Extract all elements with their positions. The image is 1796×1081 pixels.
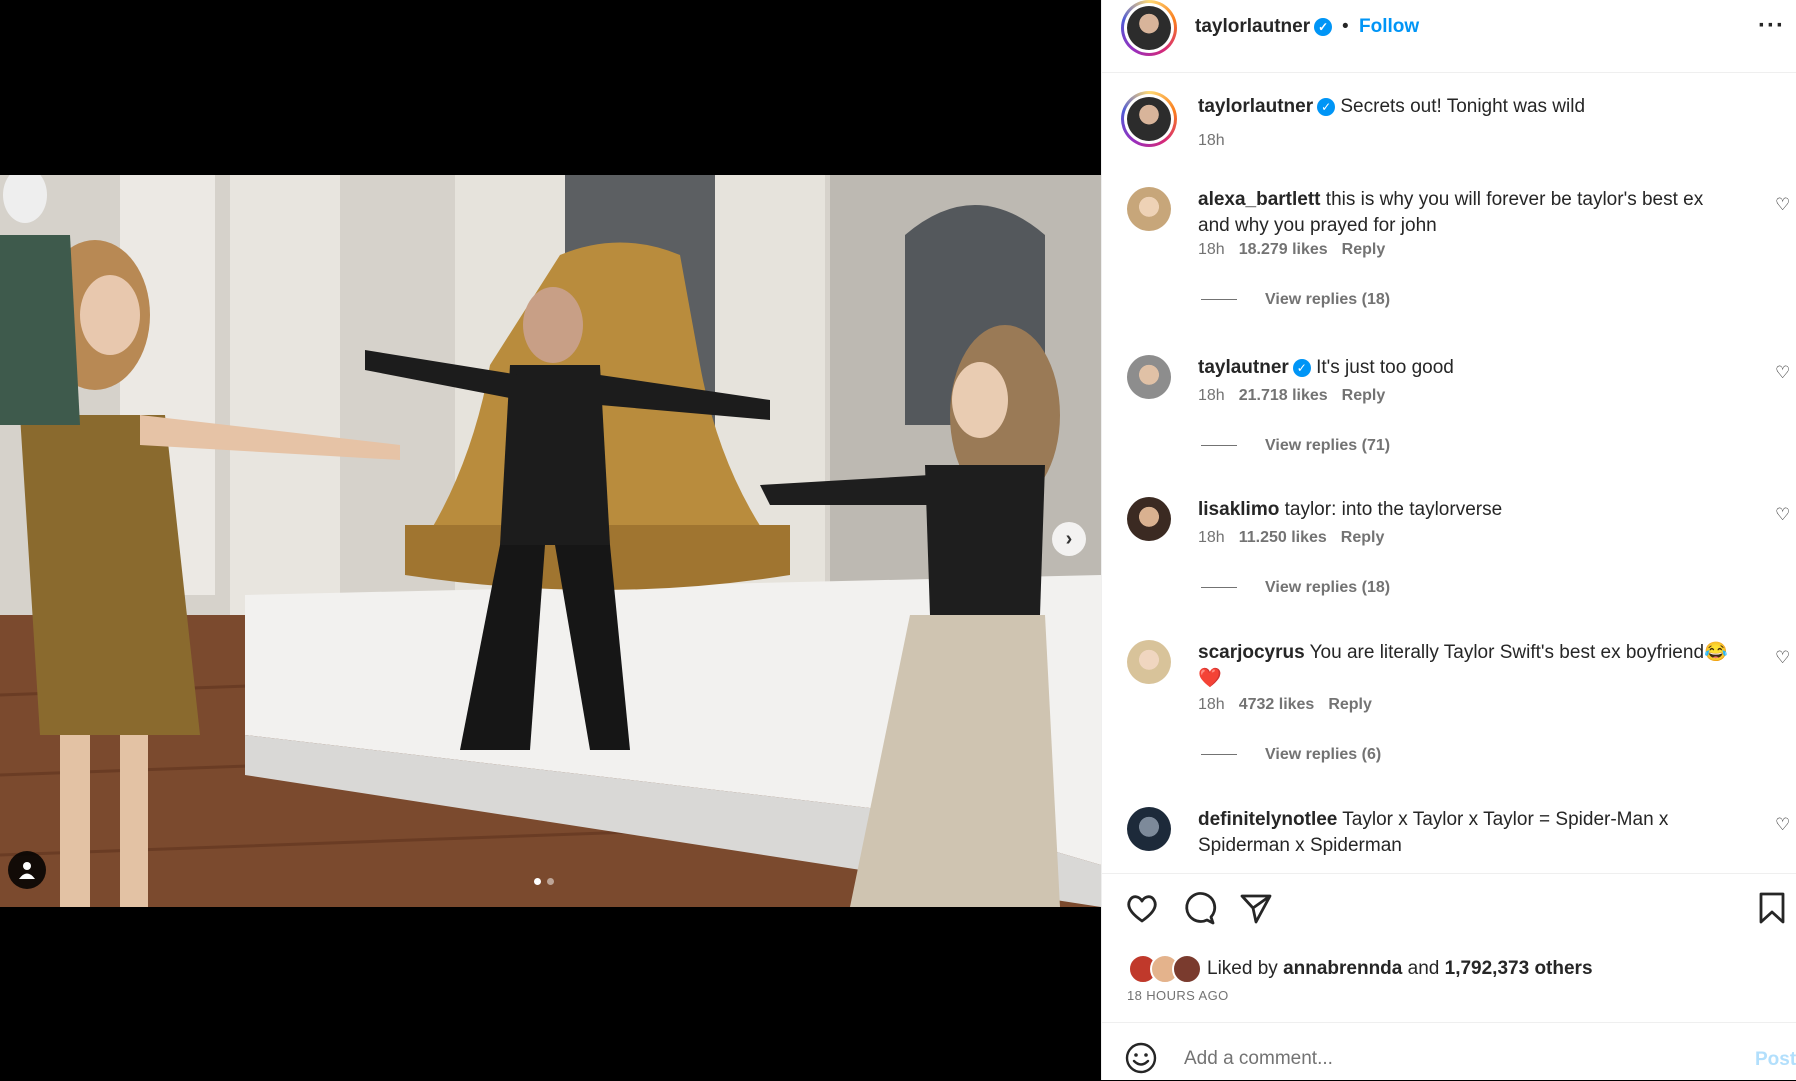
view-replies-button[interactable]: View replies (71) xyxy=(1201,437,1390,455)
verified-badge-icon: ✓ xyxy=(1317,97,1336,116)
comment-time: 18h xyxy=(1198,241,1225,258)
carousel-dot-active xyxy=(534,878,541,885)
carousel-next-button[interactable]: › xyxy=(1052,522,1086,556)
comment-body: taylor: into the taylorverse xyxy=(1284,499,1503,520)
carousel-indicator xyxy=(534,878,554,885)
more-options-icon[interactable]: ··· xyxy=(1758,12,1785,40)
comment-time: 18h xyxy=(1198,696,1225,713)
post-side-panel: taylorlautner ✓ • Follow ··· taylorlautne… xyxy=(1101,0,1796,1080)
comment-icon[interactable] xyxy=(1181,890,1217,926)
liked-by-and: and xyxy=(1407,958,1440,979)
commenter-avatar[interactable] xyxy=(1127,355,1171,399)
carousel-dot xyxy=(547,878,554,885)
comment-like-icon[interactable]: ♡ xyxy=(1775,648,1790,668)
comment-row: alexa_bartlett this is why you will fore… xyxy=(1102,173,1796,323)
comment-username[interactable]: definitelynotlee xyxy=(1198,809,1337,830)
comment-likes[interactable]: 21.718 likes xyxy=(1239,387,1328,404)
follow-button[interactable]: Follow xyxy=(1359,16,1419,38)
comment-body: It's just too good xyxy=(1316,357,1454,378)
tagged-users-button[interactable] xyxy=(8,851,46,889)
add-comment-bar: Post xyxy=(1102,1022,1796,1081)
comment-like-icon[interactable]: ♡ xyxy=(1775,815,1790,835)
view-replies-button[interactable]: View replies (18) xyxy=(1201,291,1390,309)
view-replies-button[interactable]: View replies (6) xyxy=(1201,746,1381,764)
caption-body: Secrets out! Tonight was wild xyxy=(1340,96,1586,117)
comment-text: scarjocyrus You are literally Taylor Swi… xyxy=(1198,640,1738,692)
comment-row: taylautner ✓ It's just too good 18h 21.718… xyxy=(1102,343,1796,468)
comment-meta: 18h 4732 likes Reply xyxy=(1198,696,1372,714)
heart-icon[interactable] xyxy=(1124,890,1160,926)
liked-by-others[interactable]: 1,792,373 others xyxy=(1445,958,1593,979)
commenter-avatar[interactable] xyxy=(1127,640,1171,684)
commenter-avatar[interactable] xyxy=(1127,187,1171,231)
comment-text: lisaklimo taylor: into the taylorverse xyxy=(1198,497,1738,523)
post-header: taylorlautner ✓ • Follow ··· xyxy=(1102,0,1796,73)
chevron-right-icon: › xyxy=(1065,527,1073,550)
comment-input[interactable] xyxy=(1182,1041,1666,1077)
comment-meta: 18h 18.279 likes Reply xyxy=(1198,241,1385,259)
comment-username[interactable]: alexa_bartlett xyxy=(1198,189,1321,210)
comment-time: 18h xyxy=(1198,387,1225,404)
post-photo[interactable] xyxy=(0,175,1101,907)
liked-by-summary: Liked by annabrennda and 1,792,373 other… xyxy=(1207,958,1593,980)
caption-username[interactable]: taylorlautner xyxy=(1198,96,1313,117)
avatar xyxy=(1172,954,1202,984)
reply-button[interactable]: Reply xyxy=(1341,529,1385,546)
author-username-text[interactable]: taylorlautner xyxy=(1195,16,1310,37)
reply-button[interactable]: Reply xyxy=(1342,241,1386,258)
comment-username[interactable]: scarjocyrus xyxy=(1198,642,1305,663)
liked-by-prefix: Liked by xyxy=(1207,958,1278,979)
reply-button[interactable]: Reply xyxy=(1328,696,1372,713)
comment-likes[interactable]: 18.279 likes xyxy=(1239,241,1328,258)
send-icon[interactable] xyxy=(1238,890,1274,926)
comment-meta: 18h 11.250 likes Reply xyxy=(1198,529,1384,547)
post-actions: Liked by annabrennda and 1,792,373 other… xyxy=(1102,873,1796,1024)
liked-by-user[interactable]: annabrennda xyxy=(1283,958,1402,979)
post-comment-button[interactable]: Post xyxy=(1755,1049,1796,1071)
photo-illustration xyxy=(0,175,1101,907)
reply-button[interactable]: Reply xyxy=(1342,387,1386,404)
view-replies-button[interactable]: View replies (18) xyxy=(1201,579,1390,597)
comment-meta: 18h 21.718 likes Reply xyxy=(1198,387,1385,405)
caption-text: taylorlautner ✓ Secrets out! Tonight was … xyxy=(1198,94,1738,120)
comment-text: taylautner ✓ It's just too good xyxy=(1198,355,1738,381)
comment-username[interactable]: lisaklimo xyxy=(1198,499,1279,520)
caption-time: 18h xyxy=(1198,132,1225,149)
comments-list[interactable]: taylorlautner ✓ Secrets out! Tonight was … xyxy=(1102,73,1796,873)
user-tag-icon xyxy=(19,862,35,879)
caption-avatar[interactable] xyxy=(1121,91,1177,147)
comment-text: alexa_bartlett this is why you will fore… xyxy=(1198,187,1738,239)
author-avatar[interactable] xyxy=(1121,0,1177,56)
comment-row: definitelynotlee Taylor x Taylor x Taylo… xyxy=(1102,795,1796,873)
comment-likes[interactable]: 11.250 likes xyxy=(1239,529,1327,546)
post-media: › xyxy=(0,0,1101,1080)
comment-likes[interactable]: 4732 likes xyxy=(1239,696,1315,713)
comment-like-icon[interactable]: ♡ xyxy=(1775,505,1790,525)
comment-row: lisaklimo taylor: into the taylorverse 1… xyxy=(1102,485,1796,610)
post-timestamp[interactable]: 18 HOURS AGO xyxy=(1127,988,1229,1003)
author-username[interactable]: taylorlautner ✓ xyxy=(1195,16,1333,38)
separator-dot: • xyxy=(1342,16,1349,37)
commenter-avatar[interactable] xyxy=(1127,497,1171,541)
emoji-icon[interactable] xyxy=(1124,1041,1158,1075)
verified-badge-icon: ✓ xyxy=(1292,358,1311,377)
comment-time: 18h xyxy=(1198,529,1225,546)
comment-text: definitelynotlee Taylor x Taylor x Taylo… xyxy=(1198,807,1738,859)
caption-row: taylorlautner ✓ Secrets out! Tonight was … xyxy=(1102,73,1796,163)
comment-like-icon[interactable]: ♡ xyxy=(1775,195,1790,215)
comment-like-icon[interactable]: ♡ xyxy=(1775,363,1790,383)
comment-row: scarjocyrus You are literally Taylor Swi… xyxy=(1102,628,1796,778)
comment-username[interactable]: taylautner xyxy=(1198,357,1289,378)
bookmark-icon[interactable] xyxy=(1754,890,1790,926)
verified-badge-icon: ✓ xyxy=(1314,17,1333,36)
commenter-avatar[interactable] xyxy=(1127,807,1171,851)
liked-by-avatars[interactable] xyxy=(1128,954,1202,984)
